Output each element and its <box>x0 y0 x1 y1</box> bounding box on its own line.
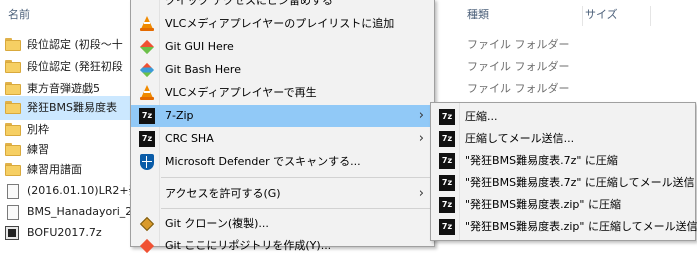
menu-item-vlc-add-playlist[interactable]: VLCメディアプレイヤーのプレイリストに追加 <box>131 13 434 35</box>
file-row-selected[interactable]: 発狂BMS難易度表 <box>0 96 130 120</box>
document-icon <box>7 184 19 199</box>
defender-shield-icon <box>139 154 155 170</box>
submenu-item-compress-7z-email[interactable]: 7z "発狂BMS難易度表.7z" に圧縮してメール送信 <box>431 172 695 194</box>
folder-icon <box>5 38 21 51</box>
chevron-right-icon: › <box>418 108 424 123</box>
menu-item-label: Microsoft Defender でスキャンする... <box>165 155 361 168</box>
file-row[interactable]: 段位認定 (初段～十 <box>0 34 130 56</box>
folder-icon <box>5 143 21 156</box>
context-menu: クイック アクセスにピン留めする VLCメディアプレイヤーのプレイリストに追加 … <box>130 0 435 254</box>
menu-item-label: CRC SHA <box>165 132 214 145</box>
submenu-item-compress-email[interactable]: 7z 圧縮してメール送信... <box>431 128 695 150</box>
submenu-item-compress-7z[interactable]: 7z "発狂BMS難易度表.7z" に圧縮 <box>431 150 695 172</box>
menu-item-label: 圧縮してメール送信... <box>465 132 575 145</box>
menu-item-git-clone[interactable]: Git クローン(複製)... <box>131 213 434 235</box>
menu-item-label: Git ここにリポジトリを作成(Y)... <box>165 239 332 252</box>
menu-item-label: "発狂BMS難易度表.zip" に圧縮 <box>465 198 621 211</box>
column-header-size[interactable]: サイズ <box>585 0 618 30</box>
vlc-icon <box>139 85 155 101</box>
menu-item-label: Git GUI Here <box>165 40 234 53</box>
7zip-icon: 7z <box>439 131 455 147</box>
submenu-item-compress[interactable]: 7z 圧縮... <box>431 106 695 128</box>
menu-item-label: "発狂BMS難易度表.7z" に圧縮してメール送信 <box>465 176 695 189</box>
folder-icon <box>5 60 21 73</box>
7zip-icon: 7z <box>439 219 455 235</box>
folder-icon <box>5 101 21 114</box>
menu-item-label: Git クローン(複製)... <box>165 217 269 230</box>
git-repo-icon <box>139 238 155 254</box>
file-row[interactable]: 別枠 <box>0 119 130 141</box>
file-type: ファイル フォルダー <box>467 38 570 51</box>
menu-item-git-bash[interactable]: Git Bash Here <box>131 59 434 81</box>
file-type: ファイル フォルダー <box>467 60 570 73</box>
folder-icon <box>5 82 21 95</box>
file-name: 別枠 <box>27 123 49 136</box>
file-name: BMS_Hanadayori_2 <box>27 205 130 218</box>
file-row[interactable]: (2016.01.10)LR2+発 <box>0 180 130 202</box>
menu-item-label: VLCメディアプレイヤーで再生 <box>165 86 317 99</box>
chevron-right-icon: › <box>418 186 424 201</box>
menu-item-label: 7-Zip <box>165 109 194 122</box>
submenu-item-compress-zip-email[interactable]: 7z "発狂BMS難易度表.zip" に圧縮してメール送信 <box>431 216 697 238</box>
git-clone-icon <box>139 216 155 232</box>
menu-separator <box>161 177 432 178</box>
folder-icon <box>5 123 21 136</box>
menu-item-label: "発狂BMS難易度表.zip" に圧縮してメール送信 <box>465 220 697 233</box>
column-header-type[interactable]: 種類 <box>467 0 489 30</box>
file-name: 段位認定 (発狂初段 <box>27 60 123 73</box>
column-divider[interactable] <box>582 6 583 26</box>
7zip-icon: 7z <box>439 109 455 125</box>
file-row[interactable]: 練習用譜面 <box>0 159 130 181</box>
column-header-name[interactable]: 名前 <box>8 0 30 30</box>
menu-item-label: アクセスを許可する(G) <box>165 187 281 200</box>
menu-item-label: Git Bash Here <box>165 63 241 76</box>
7zip-icon: 7z <box>139 108 155 124</box>
menu-item-git-create-repo[interactable]: Git ここにリポジトリを作成(Y)... <box>131 235 434 257</box>
7zip-icon: 7z <box>439 175 455 191</box>
submenu-item-compress-zip[interactable]: 7z "発狂BMS難易度表.zip" に圧縮 <box>431 194 695 216</box>
menu-item-git-gui[interactable]: Git GUI Here <box>131 36 434 58</box>
file-row[interactable]: BOFU2017.7z <box>0 222 130 244</box>
menu-item-vlc-play[interactable]: VLCメディアプレイヤーで再生 <box>131 82 434 104</box>
menu-item-crc-sha[interactable]: 7z CRC SHA › <box>131 128 434 150</box>
file-type: ファイル フォルダー <box>467 82 570 95</box>
menu-item-pin-quick-access[interactable]: クイック アクセスにピン留めする <box>131 0 434 12</box>
file-name: 発狂BMS難易度表 <box>27 101 118 114</box>
menu-separator <box>161 208 432 209</box>
vlc-icon <box>139 16 155 32</box>
file-name: BOFU2017.7z <box>27 226 102 239</box>
7zip-submenu: 7z 圧縮... 7z 圧縮してメール送信... 7z "発狂BMS難易度表.7… <box>430 102 697 241</box>
git-bash-icon <box>139 62 155 78</box>
file-name: 練習 <box>27 143 49 156</box>
menu-item-7zip[interactable]: 7z 7-Zip › <box>131 105 434 127</box>
7zip-icon: 7z <box>439 197 455 213</box>
file-name: (2016.01.10)LR2+発 <box>27 184 130 197</box>
folder-icon <box>5 163 21 176</box>
menu-item-give-access[interactable]: アクセスを許可する(G) › <box>131 183 434 205</box>
menu-item-label: VLCメディアプレイヤーのプレイリストに追加 <box>165 17 395 30</box>
menu-item-label: クイック アクセスにピン留めする <box>165 0 333 7</box>
file-name: 段位認定 (初段～十 <box>27 38 123 51</box>
document-icon <box>7 205 19 220</box>
menu-item-defender-scan[interactable]: Microsoft Defender でスキャンする... <box>131 151 434 173</box>
menu-item-label: 圧縮... <box>465 110 498 123</box>
chevron-right-icon: › <box>418 131 424 146</box>
git-gui-icon <box>139 39 155 55</box>
file-row[interactable]: 段位認定 (発狂初段 <box>0 56 130 78</box>
7zip-icon: 7z <box>439 153 455 169</box>
file-row[interactable]: BMS_Hanadayori_2 <box>0 201 130 223</box>
file-row[interactable]: 練習 <box>0 139 130 161</box>
column-divider[interactable] <box>650 6 651 26</box>
file-name: 練習用譜面 <box>27 163 82 176</box>
archive-icon <box>5 226 19 240</box>
menu-item-label: "発狂BMS難易度表.7z" に圧縮 <box>465 154 618 167</box>
7zip-icon: 7z <box>139 131 155 147</box>
